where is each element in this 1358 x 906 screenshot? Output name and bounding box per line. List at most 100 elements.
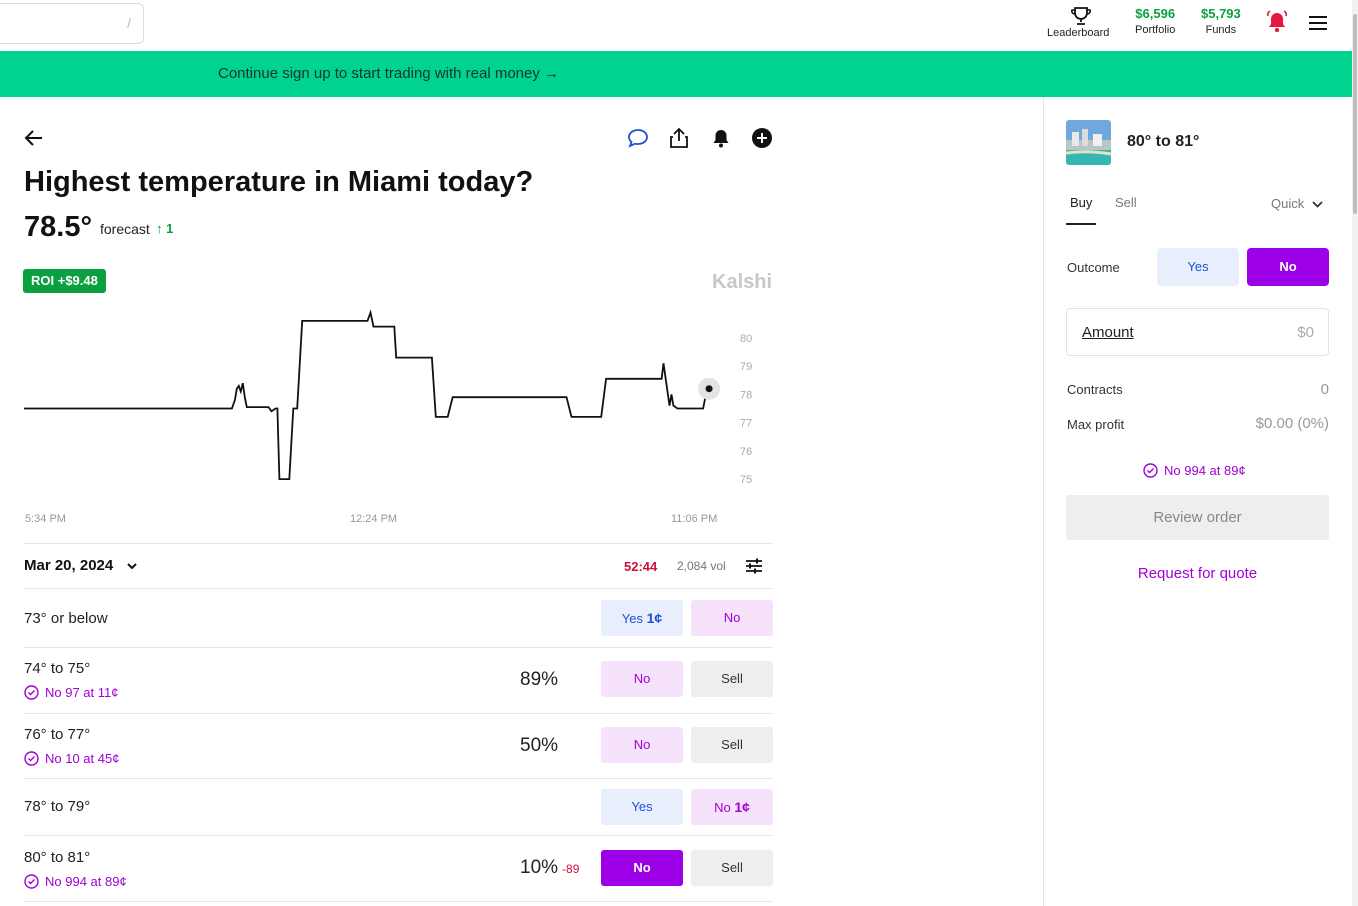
x-tick-label: 12:24 PM [350,513,397,525]
buy-no-button[interactable]: No [601,661,683,697]
probability: 89% [520,669,559,690]
top-bar: / Leaderboard $6,596 Portfolio $5,793 Fu… [0,0,1352,51]
back-arrow-icon[interactable] [24,128,44,148]
market-row[interactable]: 80° to 81° No 994 at 89¢ 10% -89 No Sell [24,836,773,902]
date-selector[interactable]: Mar 20, 2024 [24,557,113,574]
buy-no-button[interactable]: No [691,600,773,636]
comment-icon[interactable] [627,127,649,149]
contracts-value: 0 [1320,381,1329,398]
position-text: No 994 at 89¢ [45,874,127,889]
range-label: 76° to 77° [24,726,91,743]
order-mode-label: Quick [1271,196,1305,211]
buy-no-button[interactable]: No [601,727,683,763]
forecast-label: forecast [100,221,150,237]
y-tick-label: 75 [740,474,752,486]
yes-price: 1¢ [646,610,663,626]
yes-label: Yes [621,611,643,626]
check-circle-icon [24,874,39,889]
no-label: No [714,800,731,815]
search-input[interactable]: / [0,3,144,44]
buy-no-button[interactable]: No 1¢ [691,789,773,825]
bell-icon[interactable] [710,127,732,149]
filter-sliders-icon[interactable] [745,557,763,575]
chart-last-point [705,385,713,393]
forecast-value: 78.5° [24,211,93,243]
buy-yes-button[interactable]: Yes 1¢ [601,600,683,636]
date-bar: Mar 20, 2024 52:44 2,084 vol [24,543,773,589]
check-circle-icon [24,685,39,700]
share-icon[interactable] [668,127,690,149]
banner-text[interactable]: Continue sign up to start trading with r… [218,65,559,82]
outcome-label: Outcome [1067,260,1120,275]
outcome-yes-button[interactable]: Yes [1157,248,1239,286]
portfolio-link[interactable]: $6,596 Portfolio [1135,6,1175,36]
sell-button[interactable]: Sell [691,850,773,886]
x-tick-label: 5:34 PM [25,513,66,525]
check-circle-icon [24,751,39,766]
amount-label: Amount [1082,324,1134,341]
trophy-icon[interactable] [1064,5,1098,27]
position-text: No 10 at 45¢ [45,751,120,766]
order-panel-title: 80° to 81° [1127,133,1200,150]
tab-underline [1066,223,1096,225]
probability: 50% [520,735,559,756]
add-circle-icon[interactable] [751,127,773,149]
page-scrollbar[interactable] [1352,0,1358,906]
range-label: 73° or below [24,610,108,627]
position-text: No 97 at 11¢ [45,685,119,700]
market-row[interactable]: 78° to 79° Yes No 1¢ [24,779,773,836]
order-mode-dropdown[interactable]: Quick [1271,196,1323,211]
market-row[interactable]: 73° or below Yes 1¢ No [24,589,773,648]
funds-link[interactable]: $5,793 Funds [1201,6,1241,36]
y-tick-label: 77 [740,418,752,430]
bell-alert-icon[interactable] [1266,10,1288,34]
probability-value: 10% [520,857,559,878]
amount-value[interactable]: $0 [1297,324,1314,341]
buy-yes-button[interactable]: Yes [601,789,683,825]
chevron-down-icon[interactable] [126,560,138,572]
position-text: No 994 at 89¢ [1164,463,1246,478]
kalshi-watermark: Kalshi [712,271,773,293]
page-title: Highest temperature in Miami today? [24,166,534,198]
countdown-timer: 52:44 [624,559,658,574]
position-note: No 97 at 11¢ [24,685,118,700]
y-tick-label: 76 [740,446,752,458]
funds-label: Funds [1205,24,1237,36]
forecast-change: ↑ 1 [156,221,174,236]
position-note: No 994 at 89¢ [1143,463,1246,478]
y-tick-label: 79 [740,361,752,373]
tab-buy[interactable]: Buy [1070,195,1092,210]
buy-no-button-selected[interactable]: No [601,850,683,886]
no-label: No [723,610,741,625]
amount-field[interactable]: Amount $0 [1066,308,1329,356]
review-order-button[interactable]: Review order [1066,495,1329,540]
probability-change: -89 [562,862,580,876]
menu-icon[interactable] [1308,14,1328,32]
sell-button[interactable]: Sell [691,727,773,763]
search-shortcut-hint: / [127,15,131,31]
funds-value: $5,793 [1201,6,1241,21]
range-label: 78° to 79° [24,798,91,815]
tab-sell[interactable]: Sell [1115,195,1137,210]
price-chart[interactable]: 80 79 78 77 76 75 5:34 PM 12:24 PM 11:06 PM [0,296,790,532]
outcome-no-button[interactable]: No [1247,248,1329,286]
check-circle-icon [1143,463,1158,478]
request-for-quote-link[interactable]: Request for quote [1066,565,1329,582]
market-row[interactable]: 76° to 77° No 10 at 45¢ 50% No Sell [24,714,773,779]
roi-badge: ROI +$9.48 [23,269,106,293]
probability: 10% -89 [520,857,579,879]
chevron-down-icon [1312,201,1323,208]
market-row[interactable]: 74° to 75° No 97 at 11¢ 89% No Sell [24,648,773,714]
signup-banner[interactable]: Continue sign up to start trading with r… [0,51,1352,97]
portfolio-value: $6,596 [1135,6,1176,21]
order-panel: 80° to 81° Buy Sell Quick Outcome Yes No… [1043,97,1352,906]
y-tick-label: 78 [740,389,752,401]
sell-button[interactable]: Sell [691,661,773,697]
range-label: 74° to 75° [24,660,91,677]
position-note: No 994 at 89¢ [24,874,127,889]
chart-series-line [24,309,710,481]
scrollbar-thumb[interactable] [1353,14,1357,214]
no-price: 1¢ [734,799,750,815]
leaderboard-link[interactable]: Leaderboard [1047,27,1109,39]
volume-label: 2,084 vol [677,559,726,573]
